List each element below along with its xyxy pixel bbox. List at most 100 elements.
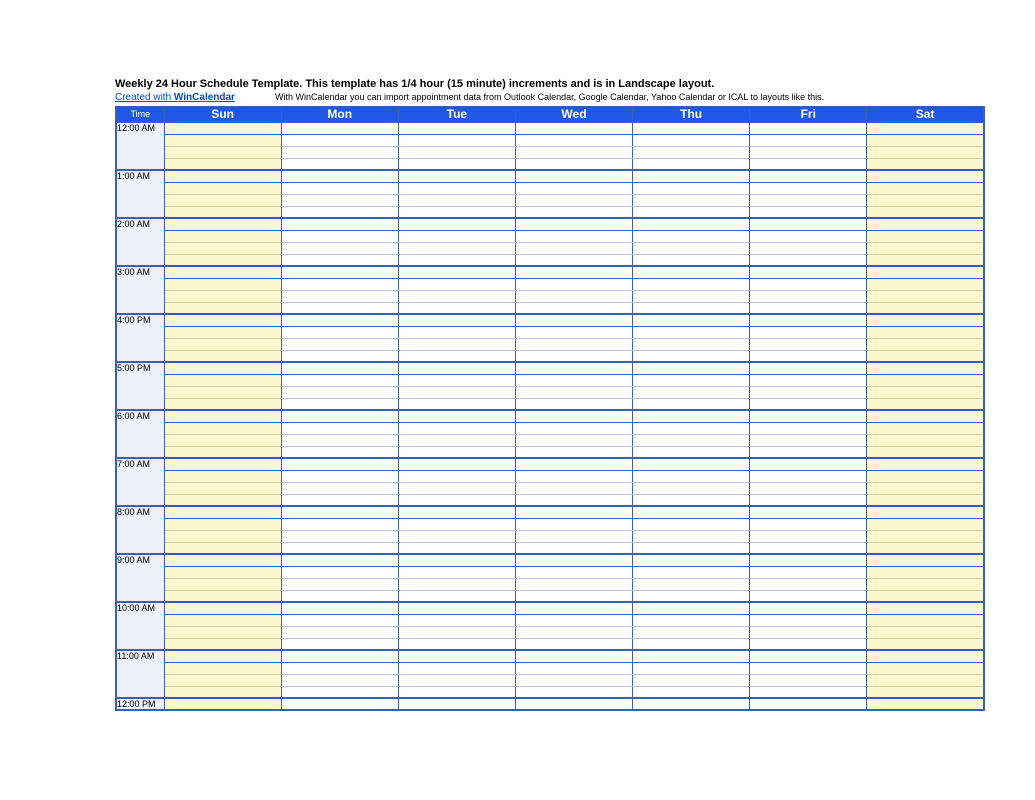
schedule-cell[interactable] <box>750 122 867 134</box>
schedule-cell[interactable] <box>867 590 984 602</box>
schedule-cell[interactable] <box>398 350 515 362</box>
schedule-cell[interactable] <box>515 254 632 266</box>
schedule-cell[interactable] <box>633 530 750 542</box>
schedule-cell[interactable] <box>750 158 867 170</box>
schedule-cell[interactable] <box>515 398 632 410</box>
schedule-cell[interactable] <box>515 302 632 314</box>
schedule-cell[interactable] <box>398 218 515 230</box>
schedule-cell[interactable] <box>164 374 281 386</box>
schedule-cell[interactable] <box>750 458 867 470</box>
schedule-cell[interactable] <box>633 434 750 446</box>
schedule-cell[interactable] <box>281 566 398 578</box>
schedule-cell[interactable] <box>750 518 867 530</box>
schedule-cell[interactable] <box>633 410 750 422</box>
schedule-cell[interactable] <box>164 434 281 446</box>
schedule-cell[interactable] <box>281 674 398 686</box>
schedule-cell[interactable] <box>398 554 515 566</box>
schedule-cell[interactable] <box>750 422 867 434</box>
schedule-cell[interactable] <box>515 674 632 686</box>
schedule-cell[interactable] <box>398 374 515 386</box>
schedule-cell[interactable] <box>281 470 398 482</box>
schedule-cell[interactable] <box>867 698 984 710</box>
schedule-cell[interactable] <box>281 122 398 134</box>
schedule-cell[interactable] <box>750 686 867 698</box>
schedule-cell[interactable] <box>633 542 750 554</box>
schedule-cell[interactable] <box>164 338 281 350</box>
schedule-cell[interactable] <box>633 494 750 506</box>
schedule-cell[interactable] <box>633 326 750 338</box>
schedule-cell[interactable] <box>281 326 398 338</box>
schedule-cell[interactable] <box>281 506 398 518</box>
schedule-cell[interactable] <box>398 338 515 350</box>
schedule-cell[interactable] <box>633 374 750 386</box>
schedule-cell[interactable] <box>398 134 515 146</box>
schedule-cell[interactable] <box>633 458 750 470</box>
schedule-cell[interactable] <box>867 554 984 566</box>
schedule-cell[interactable] <box>750 626 867 638</box>
schedule-cell[interactable] <box>515 518 632 530</box>
schedule-cell[interactable] <box>750 482 867 494</box>
schedule-cell[interactable] <box>164 206 281 218</box>
schedule-cell[interactable] <box>281 230 398 242</box>
schedule-cell[interactable] <box>867 506 984 518</box>
schedule-cell[interactable] <box>281 542 398 554</box>
schedule-cell[interactable] <box>398 182 515 194</box>
schedule-cell[interactable] <box>515 578 632 590</box>
schedule-cell[interactable] <box>281 482 398 494</box>
schedule-cell[interactable] <box>633 566 750 578</box>
schedule-cell[interactable] <box>750 218 867 230</box>
schedule-cell[interactable] <box>398 302 515 314</box>
schedule-cell[interactable] <box>867 122 984 134</box>
schedule-cell[interactable] <box>750 530 867 542</box>
schedule-cell[interactable] <box>633 230 750 242</box>
schedule-cell[interactable] <box>867 170 984 182</box>
schedule-cell[interactable] <box>164 326 281 338</box>
schedule-cell[interactable] <box>164 386 281 398</box>
schedule-cell[interactable] <box>398 626 515 638</box>
schedule-cell[interactable] <box>867 542 984 554</box>
schedule-cell[interactable] <box>750 386 867 398</box>
schedule-cell[interactable] <box>867 218 984 230</box>
schedule-cell[interactable] <box>750 278 867 290</box>
schedule-cell[interactable] <box>750 338 867 350</box>
schedule-cell[interactable] <box>515 566 632 578</box>
schedule-cell[interactable] <box>750 350 867 362</box>
schedule-cell[interactable] <box>515 146 632 158</box>
schedule-cell[interactable] <box>515 554 632 566</box>
schedule-cell[interactable] <box>281 422 398 434</box>
schedule-cell[interactable] <box>515 206 632 218</box>
schedule-cell[interactable] <box>750 134 867 146</box>
schedule-cell[interactable] <box>867 206 984 218</box>
schedule-cell[interactable] <box>867 146 984 158</box>
schedule-cell[interactable] <box>867 602 984 614</box>
schedule-cell[interactable] <box>281 386 398 398</box>
schedule-cell[interactable] <box>633 386 750 398</box>
schedule-cell[interactable] <box>281 338 398 350</box>
schedule-cell[interactable] <box>164 470 281 482</box>
schedule-cell[interactable] <box>281 698 398 710</box>
schedule-cell[interactable] <box>633 302 750 314</box>
schedule-cell[interactable] <box>164 182 281 194</box>
schedule-cell[interactable] <box>164 662 281 674</box>
schedule-cell[interactable] <box>515 590 632 602</box>
schedule-cell[interactable] <box>750 410 867 422</box>
schedule-cell[interactable] <box>750 290 867 302</box>
schedule-cell[interactable] <box>515 530 632 542</box>
schedule-cell[interactable] <box>515 362 632 374</box>
schedule-cell[interactable] <box>398 242 515 254</box>
schedule-cell[interactable] <box>398 650 515 662</box>
schedule-cell[interactable] <box>398 170 515 182</box>
schedule-cell[interactable] <box>750 470 867 482</box>
schedule-cell[interactable] <box>633 662 750 674</box>
schedule-cell[interactable] <box>398 194 515 206</box>
schedule-cell[interactable] <box>164 698 281 710</box>
schedule-cell[interactable] <box>515 470 632 482</box>
schedule-cell[interactable] <box>867 266 984 278</box>
schedule-cell[interactable] <box>281 590 398 602</box>
schedule-cell[interactable] <box>867 530 984 542</box>
schedule-cell[interactable] <box>867 566 984 578</box>
schedule-cell[interactable] <box>281 518 398 530</box>
schedule-cell[interactable] <box>281 194 398 206</box>
schedule-cell[interactable] <box>750 590 867 602</box>
schedule-cell[interactable] <box>164 566 281 578</box>
